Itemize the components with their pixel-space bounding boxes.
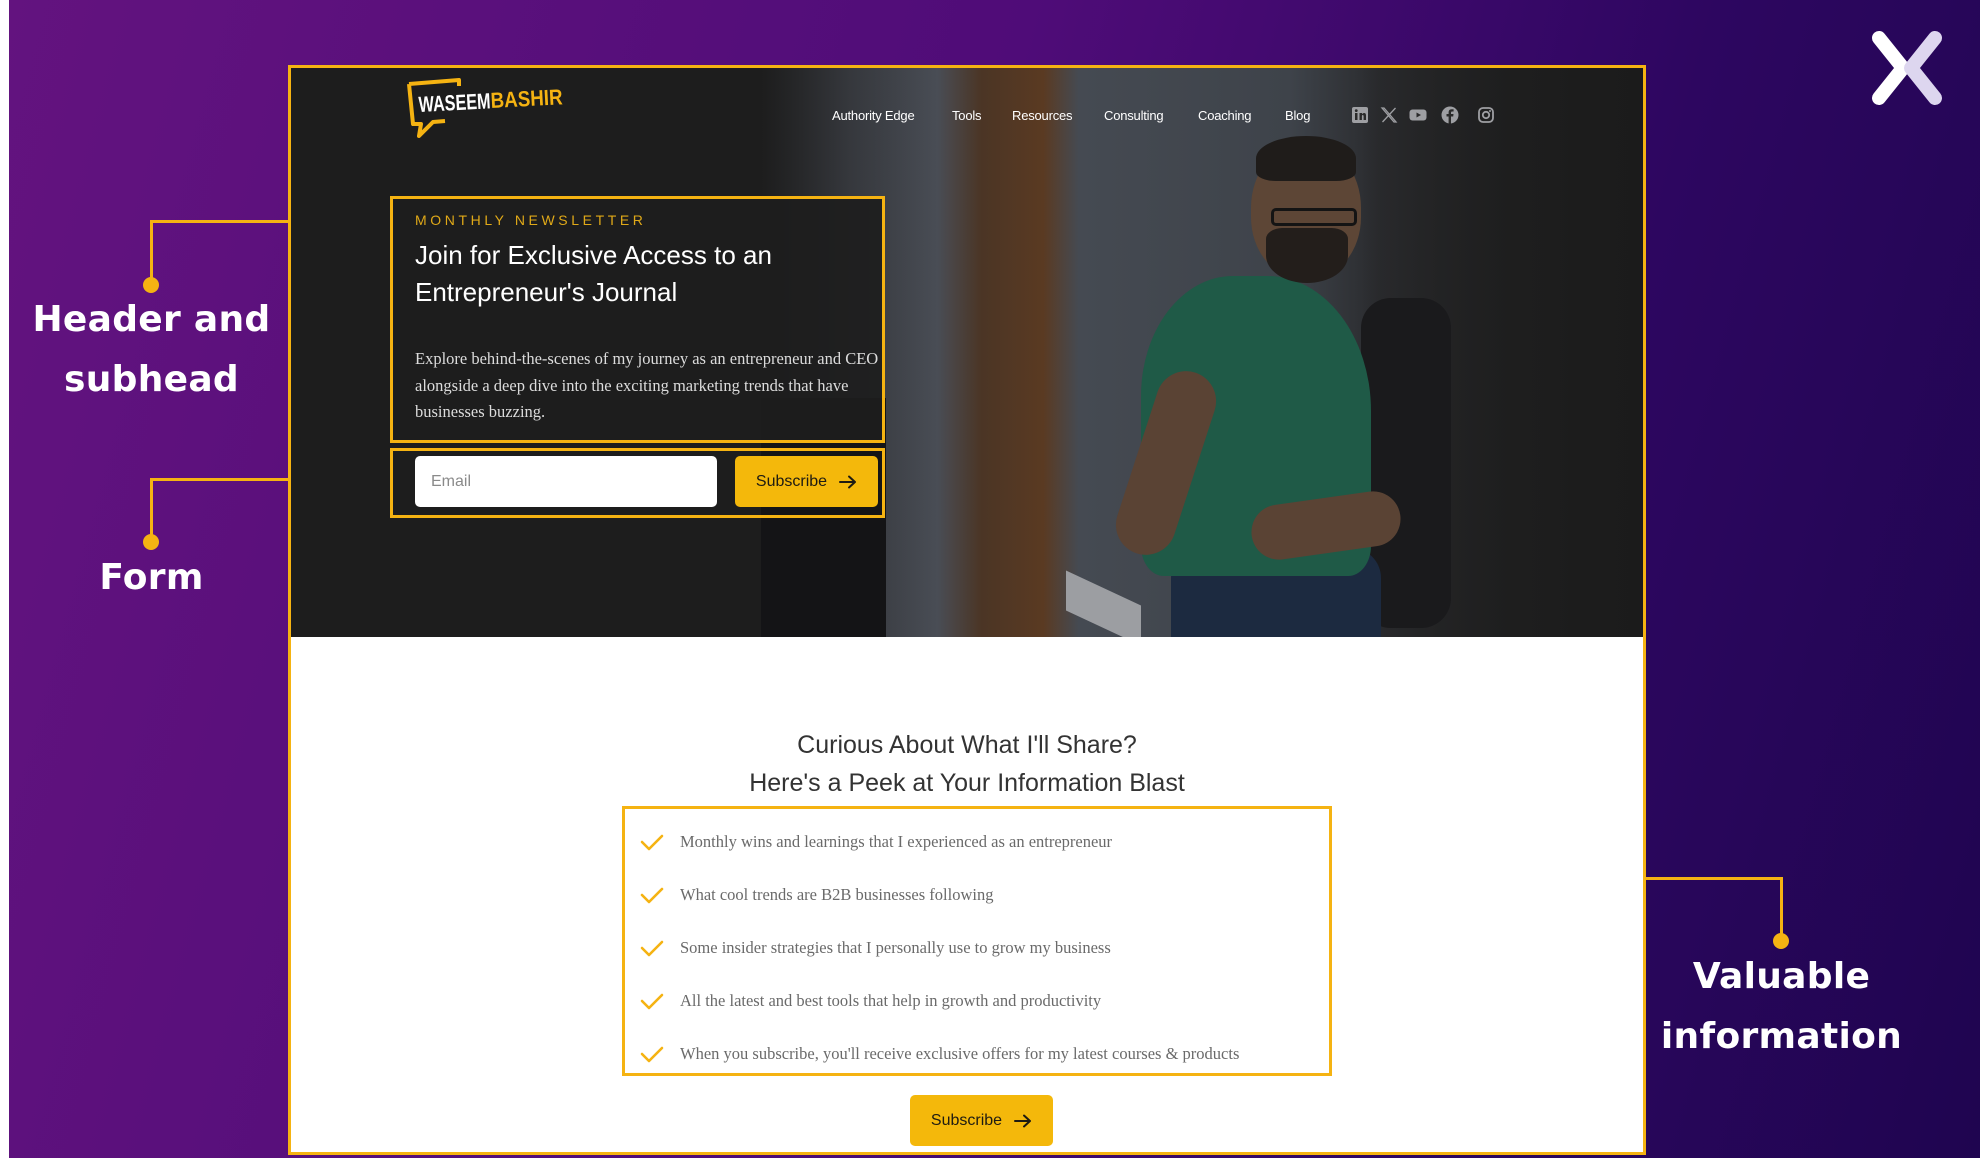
benefit-item: When you subscribe, you'll receive exclu… [639, 1039, 1239, 1069]
nav-resources[interactable]: Resources [1012, 108, 1073, 123]
photo-beard [1266, 228, 1348, 283]
info-title-line2: Here's a Peek at Your Information Blast [749, 769, 1185, 797]
bottom-subscribe-label: Subscribe [930, 1111, 1003, 1129]
checkmark-icon [640, 993, 664, 1010]
nav-coaching[interactable]: Coaching [1198, 108, 1252, 123]
hero-section: WASEEM BASHIR Authority Edge Tools Resou… [291, 68, 1643, 637]
youtube-icon[interactable] [1408, 105, 1428, 125]
benefit-text: All the latest and best tools that help … [680, 991, 1102, 1010]
annotation-form-label: Form [19, 548, 284, 608]
info-section-title: Curious About What I'll Share? Here's a … [291, 726, 1643, 802]
checkmark-icon [640, 940, 664, 957]
newsletter-intro-box: MONTHLY NEWSLETTER Join for Exclusive Ac… [390, 196, 885, 443]
annotation-header-line1: Header and [32, 299, 271, 340]
website-frame: WASEEM BASHIR Authority Edge Tools Resou… [288, 65, 1646, 1155]
benefit-item: Monthly wins and learnings that I experi… [639, 827, 1112, 857]
signup-form: Subscribe [390, 448, 885, 518]
nav-tools[interactable]: Tools [952, 108, 982, 123]
instagram-icon[interactable] [1476, 105, 1496, 125]
benefit-text: When you subscribe, you'll receive exclu… [680, 1044, 1240, 1063]
benefits-list: Monthly wins and learnings that I experi… [622, 806, 1332, 1076]
arrow-right-icon [839, 475, 857, 488]
benefit-item: Some insider strategies that I personall… [639, 933, 1111, 963]
benefit-text: What cool trends are B2B businesses foll… [680, 885, 994, 904]
hero-description: Explore behind-the-scenes of my journey … [415, 349, 879, 421]
hero-subscribe-button[interactable]: Subscribe [735, 456, 878, 507]
annotation-form-line1: Form [99, 557, 204, 598]
benefit-text: Monthly wins and learnings that I experi… [680, 832, 1113, 851]
benefit-item: What cool trends are B2B businesses foll… [639, 880, 993, 910]
photo-glasses [1271, 208, 1357, 226]
annotation-header-label: Header and subhead [19, 290, 284, 410]
nav-blog[interactable]: Blog [1285, 108, 1310, 123]
form-connector-vertical [150, 478, 153, 540]
email-input[interactable] [415, 456, 717, 507]
hero-headline: Join for Exclusive Access to an Entrepre… [415, 240, 772, 307]
annotation-header-line2: subhead [63, 359, 240, 400]
hero-subscribe-label: Subscribe [755, 472, 828, 490]
benefit-item: All the latest and best tools that help … [639, 986, 1101, 1016]
x-twitter-icon[interactable] [1379, 105, 1399, 125]
nav-consulting[interactable]: Consulting [1104, 108, 1164, 123]
info-title-line1: Curious About What I'll Share? [797, 731, 1137, 759]
valuable-connector-vertical [1780, 877, 1783, 941]
benefit-text: Some insider strategies that I personall… [680, 938, 1111, 957]
photo-hair [1256, 136, 1356, 181]
header-connector-vertical [150, 220, 153, 284]
checkmark-icon [640, 834, 664, 851]
brand-x-logo-icon [1872, 31, 1942, 105]
arrow-right-icon [1014, 1114, 1032, 1127]
linkedin-icon[interactable] [1350, 105, 1370, 125]
bottom-subscribe-button[interactable]: Subscribe [910, 1095, 1053, 1146]
nav-authority-edge[interactable]: Authority Edge [832, 108, 915, 123]
checkmark-icon [640, 887, 664, 904]
newsletter-eyebrow: MONTHLY NEWSLETTER [415, 212, 647, 228]
annotation-valuable-label: Valuable information [1649, 947, 1914, 1067]
checkmark-icon [640, 1046, 664, 1063]
annotation-valuable-line1: Valuable [1692, 956, 1871, 997]
facebook-icon[interactable] [1440, 105, 1460, 125]
annotation-valuable-line2: information [1660, 1016, 1903, 1057]
slide-background: Header and subhead Form Valuable informa… [9, 0, 1980, 1158]
